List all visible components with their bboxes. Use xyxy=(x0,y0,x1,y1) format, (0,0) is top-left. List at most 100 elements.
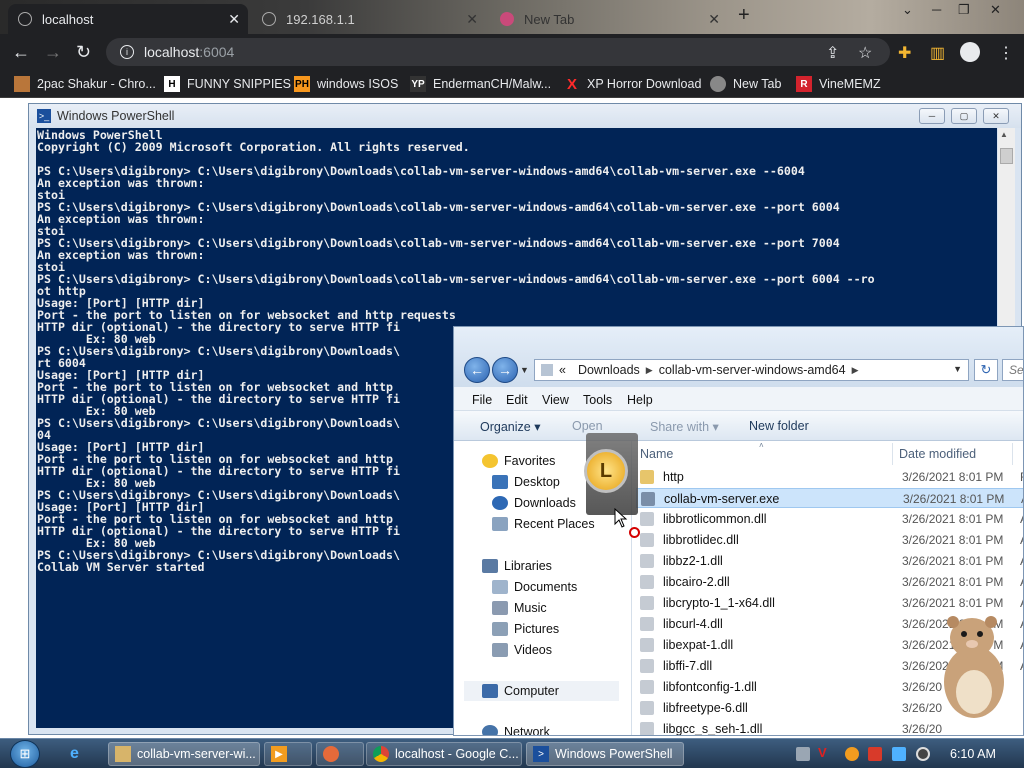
tray-flag-icon[interactable] xyxy=(868,747,882,761)
share-icon[interactable]: ⇪ xyxy=(826,43,839,63)
nav-music[interactable]: Music xyxy=(492,601,547,615)
minimize-button[interactable]: ─ xyxy=(919,108,945,124)
column-header-date[interactable]: Date modified xyxy=(899,447,976,461)
file-name: libfontconfig-1.dll xyxy=(663,680,757,694)
taskbar-explorer[interactable]: collab-vm-server-wi... xyxy=(108,742,260,766)
nav-network[interactable]: Network xyxy=(482,725,550,735)
breadcrumb-downloads[interactable]: Downloads xyxy=(578,363,640,377)
file-date: 3/26/2021 8:01 PM xyxy=(903,492,1005,506)
nav-downloads[interactable]: Downloads xyxy=(492,496,576,510)
menu-tools[interactable]: Tools xyxy=(583,393,612,407)
start-button[interactable]: ⊞ xyxy=(10,740,40,768)
bookmark-vinememz[interactable]: R VineMEMZ xyxy=(796,76,881,92)
info-icon[interactable]: i xyxy=(120,45,134,59)
file-row[interactable]: libbrotlidec.dll 3/26/2021 8:01 PM A xyxy=(636,530,1023,550)
search-input[interactable]: Se xyxy=(1002,359,1023,381)
file-name: collab-vm-server.exe xyxy=(664,492,780,506)
taskbar-media-player[interactable]: ▶ xyxy=(264,742,312,766)
recent-pages-chevron-icon[interactable]: ▼ xyxy=(520,365,529,375)
file-row[interactable]: libbrotlicommon.dll 3/26/2021 8:01 PM A xyxy=(636,509,1023,529)
profile-avatar-icon[interactable] xyxy=(960,42,980,62)
taskbar-chrome[interactable]: localhost - Google C... xyxy=(366,742,522,766)
file-name: libcurl-4.dll xyxy=(663,617,723,631)
restore-icon[interactable]: ❐ xyxy=(958,2,970,18)
tab-router[interactable]: 192.168.1.1 ✕ xyxy=(252,4,486,34)
forward-arrow-icon[interactable]: → xyxy=(44,42,62,63)
reload-icon[interactable]: ↻ xyxy=(76,42,91,63)
minimize-icon[interactable]: ─ xyxy=(932,2,941,17)
back-arrow-icon[interactable]: ← xyxy=(464,357,490,383)
nav-documents[interactable]: Documents xyxy=(492,580,577,594)
explorer-address-bar[interactable]: « Downloads ▶ collab-vm-server-windows-a… xyxy=(534,359,969,381)
bookmark-xp-horror[interactable]: X XP Horror Download xyxy=(564,76,701,93)
star-icon[interactable]: ☆ xyxy=(858,43,872,63)
new-folder-button[interactable]: New folder xyxy=(749,419,809,433)
file-type: A xyxy=(1020,533,1023,547)
internet-explorer-icon[interactable]: e xyxy=(70,745,79,763)
back-arrow-icon[interactable]: ← xyxy=(12,42,30,63)
close-icon[interactable]: ✕ xyxy=(708,11,720,28)
nav-libraries[interactable]: Libraries xyxy=(482,559,552,573)
file-row[interactable]: libcairo-2.dll 3/26/2021 8:01 PM A xyxy=(636,572,1023,592)
nav-desktop[interactable]: Desktop xyxy=(492,475,560,489)
tray-monitor-icon[interactable] xyxy=(892,747,906,761)
column-divider[interactable] xyxy=(892,443,893,465)
close-window-icon[interactable]: ✕ xyxy=(990,2,1001,18)
forward-arrow-icon[interactable]: → xyxy=(492,357,518,383)
tray-volume-icon[interactable] xyxy=(916,747,930,761)
tab-localhost[interactable]: localhost ✕ xyxy=(8,4,248,34)
hamster-sticker-icon xyxy=(944,616,1004,718)
tab-new-tab[interactable]: New Tab ✕ xyxy=(490,4,728,34)
side-panel-icon[interactable]: ▥ xyxy=(930,43,945,63)
maximize-button[interactable]: ▢ xyxy=(951,108,977,124)
close-button[interactable]: ✕ xyxy=(983,108,1009,124)
nav-favorites[interactable]: Favorites xyxy=(482,454,555,468)
bookmark-2pac[interactable]: 2pac Shakur - Chro... xyxy=(14,76,156,92)
bookmark-endermanch[interactable]: YP EndermanCH/Malw... xyxy=(410,76,551,92)
file-row[interactable]: http 3/26/2021 8:01 PM F xyxy=(636,467,1023,487)
scroll-thumb[interactable] xyxy=(1000,148,1013,164)
bookmark-funny-snippies[interactable]: H FUNNY SNIPPIES xyxy=(164,76,291,92)
taskbar-powershell[interactable]: > Windows PowerShell xyxy=(526,742,684,766)
chevron-down-icon[interactable]: ⌄ xyxy=(902,2,913,18)
file-row[interactable]: libbz2-1.dll 3/26/2021 8:01 PM A xyxy=(636,551,1023,571)
extensions-puzzle-icon[interactable]: ✚ xyxy=(898,43,911,63)
breadcrumb-collab-folder[interactable]: collab-vm-server-windows-amd64 xyxy=(659,363,846,377)
menu-edit[interactable]: Edit xyxy=(506,393,528,407)
nav-pictures[interactable]: Pictures xyxy=(492,622,559,636)
kebab-menu-icon[interactable]: ⋮ xyxy=(998,43,1014,63)
column-divider[interactable] xyxy=(1012,443,1013,465)
tray-search-icon[interactable] xyxy=(845,747,859,761)
column-header-name[interactable]: Name xyxy=(640,447,673,461)
organize-button[interactable]: Organize ▾ xyxy=(480,419,540,434)
menu-view[interactable]: View xyxy=(542,393,569,407)
taskbar-paint[interactable] xyxy=(316,742,364,766)
dll-file-icon xyxy=(640,596,654,610)
tab-label: 192.168.1.1 xyxy=(286,11,355,27)
nav-videos[interactable]: Videos xyxy=(492,643,552,657)
nav-computer[interactable]: Computer xyxy=(464,681,619,701)
new-tab-plus-icon[interactable]: + xyxy=(738,4,750,27)
file-row[interactable]: collab-vm-server.exe3/26/2021 8:01 PMA xyxy=(636,488,1023,508)
refresh-icon[interactable]: ↻ xyxy=(974,359,998,381)
close-icon[interactable]: ✕ xyxy=(228,11,240,28)
menu-help[interactable]: Help xyxy=(627,393,653,407)
file-name: libffi-7.dll xyxy=(663,659,713,673)
powershell-titlebar[interactable]: >_ Windows PowerShell ─ ▢ ✕ xyxy=(29,104,1021,128)
breadcrumb-overflow[interactable]: « xyxy=(559,363,566,377)
folder-icon xyxy=(115,746,131,762)
tray-v-icon[interactable]: V xyxy=(818,745,832,760)
close-icon[interactable]: ✕ xyxy=(466,11,478,28)
chevron-down-icon[interactable]: ▼ xyxy=(953,364,962,374)
file-row[interactable]: libcrypto-1_1-x64.dll 3/26/2021 8:01 PM A xyxy=(636,593,1023,613)
bookmark-windows-isos[interactable]: PH windows ISOS xyxy=(294,76,398,92)
address-bar[interactable]: i localhost :6004 xyxy=(106,38,890,66)
scroll-up-icon[interactable]: ▲ xyxy=(1000,130,1008,139)
menu-file[interactable]: File xyxy=(472,393,492,407)
bookmark-new-tab[interactable]: New Tab xyxy=(710,76,781,92)
taskbar-clock[interactable]: 6:10 AM xyxy=(950,747,996,761)
chevron-right-icon[interactable]: ▶ xyxy=(852,365,859,376)
share-with-button[interactable]: Share with ▾ xyxy=(650,419,719,434)
chevron-right-icon[interactable]: ▶ xyxy=(646,365,653,376)
tray-app-icon[interactable] xyxy=(796,747,810,761)
